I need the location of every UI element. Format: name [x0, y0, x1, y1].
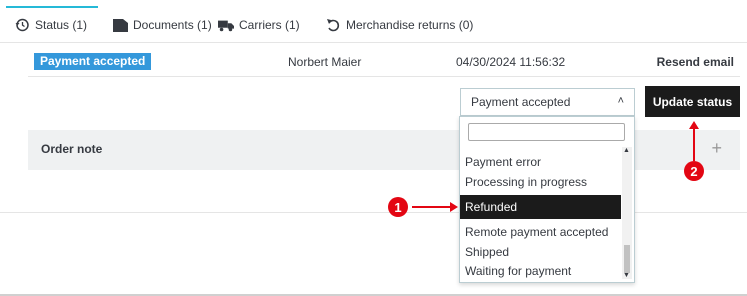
truck-icon — [218, 18, 234, 32]
order-note-title: Order note — [41, 142, 103, 156]
active-tab-indicator — [6, 6, 98, 8]
scrollbar-thumb[interactable] — [624, 245, 630, 273]
document-icon — [112, 18, 128, 32]
dropdown-option-selected[interactable]: Refunded — [460, 195, 621, 219]
tab-documents[interactable]: Documents (1) — [112, 18, 212, 32]
tab-merchandise-returns[interactable]: Merchandise returns (0) — [325, 18, 473, 32]
resend-email-link[interactable]: Resend email — [657, 55, 734, 69]
tab-carriers[interactable]: Carriers (1) — [218, 18, 300, 32]
status-badge: Payment accepted — [34, 53, 152, 70]
tab-status[interactable]: Status (1) — [14, 18, 87, 32]
dropdown-scrollbar[interactable]: ▲ ▼ — [622, 147, 632, 279]
order-tabs: Status (1) Documents (1) Carriers (1) Me… — [0, 0, 747, 42]
status-select[interactable]: Payment accepted ˄ — [460, 88, 635, 116]
tab-documents-label: Documents (1) — [133, 18, 212, 32]
dropdown-option[interactable]: Waiting for payment — [464, 261, 622, 281]
dropdown-option[interactable]: Payment error — [464, 152, 622, 172]
add-note-icon[interactable]: + — [711, 138, 722, 159]
return-icon — [325, 18, 341, 32]
status-history-row: Payment accepted Norbert Maier 04/30/202… — [28, 52, 740, 72]
annotation-arrow-1 — [412, 202, 458, 212]
annotation-marker-1: 1 — [388, 197, 408, 217]
row-divider — [28, 76, 740, 77]
employee-name: Norbert Maier — [288, 55, 362, 69]
dropdown-option[interactable]: Processing in progress — [464, 172, 622, 192]
status-dropdown: Payment error Processing in progress Ref… — [459, 116, 635, 283]
dropdown-search-input[interactable] — [468, 123, 625, 141]
update-status-button[interactable]: Update status — [645, 86, 740, 117]
scroll-up-icon[interactable]: ▲ — [623, 147, 630, 154]
tab-carriers-label: Carriers (1) — [239, 18, 300, 32]
dropdown-option[interactable]: Remote payment accepted — [464, 222, 622, 242]
tab-status-label: Status (1) — [35, 18, 88, 32]
status-date: 04/30/2024 11:56:32 — [456, 55, 566, 69]
tabs-divider — [0, 42, 747, 43]
annotation-marker-2: 2 — [684, 161, 704, 181]
chevron-up-icon: ˄ — [617, 95, 624, 107]
annotation-arrow-2 — [689, 121, 699, 161]
dropdown-option[interactable]: Shipped — [464, 242, 622, 262]
tab-merchandise-returns-label: Merchandise returns (0) — [346, 18, 474, 32]
status-select-value: Payment accepted — [471, 95, 571, 109]
scroll-down-icon[interactable]: ▼ — [623, 272, 630, 279]
history-icon — [14, 18, 30, 32]
